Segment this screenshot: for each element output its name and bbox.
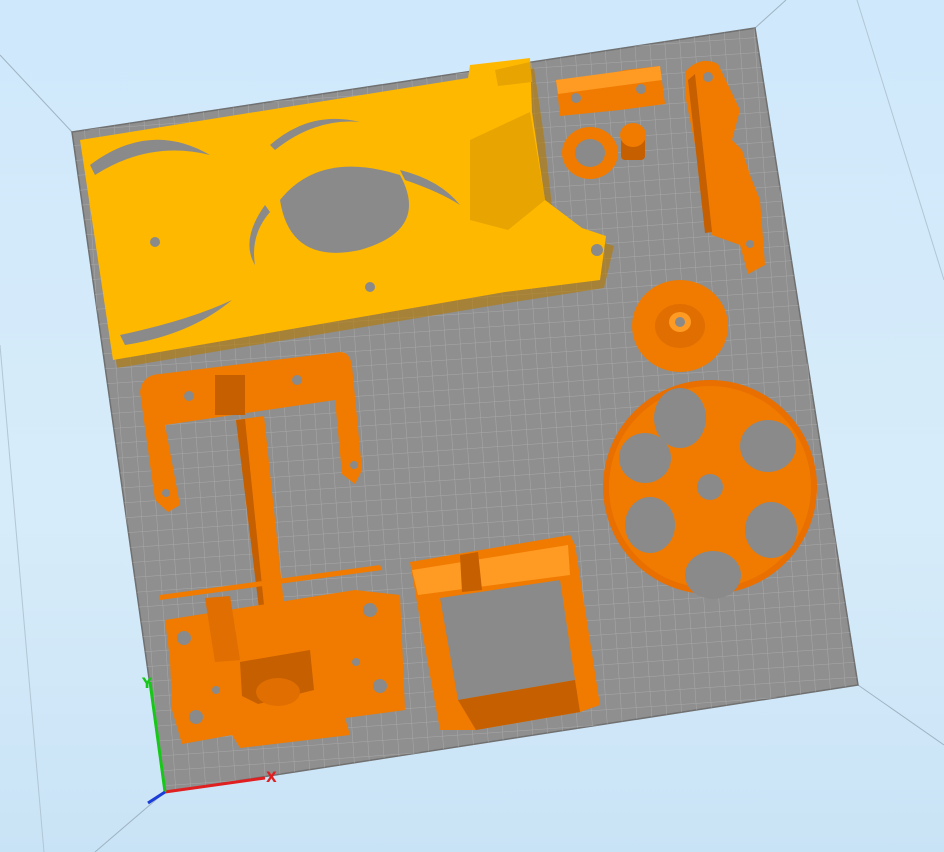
- 3d-viewport[interactable]: X Y: [0, 0, 944, 852]
- y-axis-label: Y: [141, 676, 153, 692]
- spacer-ring-part[interactable]: [562, 127, 618, 179]
- small-gear-part[interactable]: [632, 280, 728, 372]
- scene-canvas[interactable]: X Y: [0, 0, 944, 852]
- box-frame-part[interactable]: [410, 535, 600, 730]
- pin-part[interactable]: [620, 123, 646, 160]
- x-axis-label: X: [266, 770, 277, 786]
